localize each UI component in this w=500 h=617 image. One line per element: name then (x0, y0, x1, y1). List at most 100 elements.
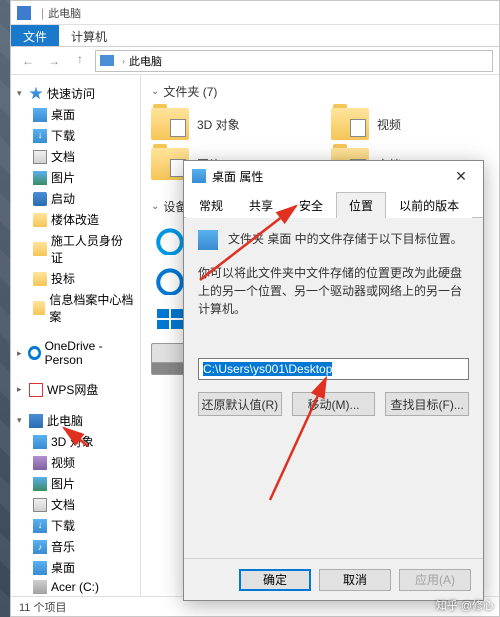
sidebar-item-label: 视频 (51, 454, 75, 471)
sidebar-item-label: 下载 (51, 127, 75, 144)
sidebar-item-downloads[interactable]: 下载 (11, 125, 140, 146)
dialog-title: 桌面 属性 (212, 168, 447, 185)
nav-sidebar: ▾ 快速访问 桌面 下载 文档 图片 启动 楼体改造 施工人员身份证 投标 信息… (11, 75, 141, 616)
tab-security[interactable]: 安全 (286, 192, 336, 218)
sidebar-label: 快速访问 (47, 85, 95, 102)
sidebar-item-label: 音乐 (51, 538, 75, 555)
sidebar-quick-access[interactable]: ▾ 快速访问 (11, 83, 140, 104)
desktop-icon (33, 108, 47, 122)
path-value: C:\Users\ys001\Desktop (203, 362, 332, 376)
sidebar-item-label: 施工人员身份证 (51, 232, 134, 266)
folder-icon (151, 108, 189, 140)
pc-icon (29, 414, 43, 428)
sidebar-item-documents[interactable]: 文档 (11, 494, 140, 515)
dialog-footer: 确定 取消 应用(A) (184, 558, 483, 600)
info-text-2: 你可以将此文件夹中文件存储的位置更改为此硬盘上的另一个位置、另一个驱动器或网络上… (198, 264, 469, 318)
sidebar-item-label: 文档 (51, 496, 75, 513)
sidebar-item-downloads[interactable]: 下载 (11, 515, 140, 536)
ribbon-tab-computer[interactable]: 计算机 (59, 25, 119, 46)
dialog-tabs: 常规 共享 安全 位置 以前的版本 (184, 191, 483, 217)
sidebar-item-label: 信息档案中心档案 (49, 291, 134, 325)
cancel-button[interactable]: 取消 (319, 569, 391, 591)
path-input[interactable]: C:\Users\ys001\Desktop (198, 358, 469, 380)
sidebar-item-pictures[interactable]: 图片 (11, 473, 140, 494)
document-icon (33, 498, 47, 512)
download-icon (33, 129, 47, 143)
sidebar-this-pc[interactable]: ▾ 此电脑 (11, 410, 140, 431)
sidebar-item-folder[interactable]: 施工人员身份证 (11, 230, 140, 268)
sidebar-item-label: 图片 (51, 475, 75, 492)
sidebar-item-documents[interactable]: 文档 (11, 146, 140, 167)
folder-videos[interactable]: 视频 (331, 108, 481, 140)
chevron-right-icon: › (122, 56, 125, 66)
picture-icon (33, 171, 47, 185)
sidebar-item-desktop[interactable]: 桌面 (11, 557, 140, 578)
folder-label: 视频 (377, 116, 401, 133)
ok-button[interactable]: 确定 (239, 569, 311, 591)
sidebar-item-videos[interactable]: 视频 (11, 452, 140, 473)
folders-section-header[interactable]: ⌄ 文件夹 (7) (151, 83, 489, 100)
sidebar-item-drive-c[interactable]: Acer (C:) (11, 578, 140, 596)
startup-icon (33, 192, 47, 206)
chevron-right-icon: ▸ (17, 384, 27, 395)
picture-icon (33, 477, 47, 491)
folder-icon (33, 242, 47, 256)
download-icon (33, 519, 47, 533)
sidebar-item-label: 桌面 (51, 559, 75, 576)
address-field[interactable]: › 此电脑 (95, 50, 493, 72)
sidebar-item-folder[interactable]: 楼体改造 (11, 209, 140, 230)
chevron-down-icon: ▾ (17, 415, 27, 426)
move-button[interactable]: 移动(M)... (292, 392, 376, 416)
wps-icon (29, 383, 43, 397)
nav-up-button[interactable]: ↑ (69, 48, 91, 70)
star-icon (29, 87, 43, 101)
info-text-1: 文件夹 桌面 中的文件存储于以下目标位置。 (228, 230, 463, 248)
folder-icon (331, 108, 369, 140)
sidebar-item-label: 文档 (51, 148, 75, 165)
sidebar-label: WPS网盘 (47, 381, 98, 398)
sidebar-item-label: 下载 (51, 517, 75, 534)
folder-icon (33, 301, 45, 315)
dialog-titlebar: 桌面 属性 ✕ (184, 161, 483, 191)
tab-previous[interactable]: 以前的版本 (386, 192, 472, 218)
tab-location[interactable]: 位置 (336, 192, 386, 218)
sidebar-item-pictures[interactable]: 图片 (11, 167, 140, 188)
properties-dialog: 桌面 属性 ✕ 常规 共享 安全 位置 以前的版本 文件夹 桌面 中的文件存储于… (183, 160, 484, 601)
background-edge (0, 0, 10, 617)
watermark: 知乎 @修心 (436, 597, 494, 613)
find-target-button[interactable]: 查找目标(F)... (385, 392, 469, 416)
sidebar-wps[interactable]: ▸ WPS网盘 (11, 379, 140, 400)
sidebar-item-startup[interactable]: 启动 (11, 188, 140, 209)
apply-button[interactable]: 应用(A) (399, 569, 471, 591)
sidebar-onedrive[interactable]: ▸ OneDrive - Person (11, 337, 140, 369)
close-button[interactable]: ✕ (447, 168, 475, 185)
document-icon (33, 150, 47, 164)
video-icon (33, 456, 47, 470)
address-bar: ← → ↑ › 此电脑 (11, 47, 499, 75)
desktop-icon (33, 561, 47, 575)
tab-general[interactable]: 常规 (186, 192, 236, 218)
sidebar-item-folder[interactable]: 投标 (11, 268, 140, 289)
folder-icon (33, 213, 47, 227)
sidebar-item-label: 桌面 (51, 106, 75, 123)
ribbon-tabs: 文件 计算机 (11, 25, 499, 47)
sidebar-item-music[interactable]: 音乐 (11, 536, 140, 557)
sidebar-label: OneDrive - Person (45, 339, 134, 367)
folder-3d[interactable]: 3D 对象 (151, 108, 301, 140)
section-title: 文件夹 (7) (163, 83, 217, 100)
sidebar-item-folder[interactable]: 信息档案中心档案 (11, 289, 140, 327)
ribbon-tab-file[interactable]: 文件 (11, 25, 59, 46)
sidebar-item-label: 图片 (51, 169, 75, 186)
chevron-down-icon: ▾ (17, 88, 27, 99)
chevron-down-icon: ⌄ (151, 201, 159, 212)
tab-share[interactable]: 共享 (236, 192, 286, 218)
restore-default-button[interactable]: 还原默认值(R) (198, 392, 282, 416)
nav-forward-button[interactable]: → (43, 50, 65, 72)
dialog-body: 文件夹 桌面 中的文件存储于以下目标位置。 你可以将此文件夹中文件存储的位置更改… (184, 217, 483, 558)
sidebar-item-desktop[interactable]: 桌面 (11, 104, 140, 125)
desktop-icon (198, 230, 218, 250)
sidebar-item-3d[interactable]: 3D 对象 (11, 431, 140, 452)
address-text: 此电脑 (129, 53, 162, 69)
nav-back-button[interactable]: ← (17, 50, 39, 72)
button-row: 还原默认值(R) 移动(M)... 查找目标(F)... (198, 392, 469, 416)
